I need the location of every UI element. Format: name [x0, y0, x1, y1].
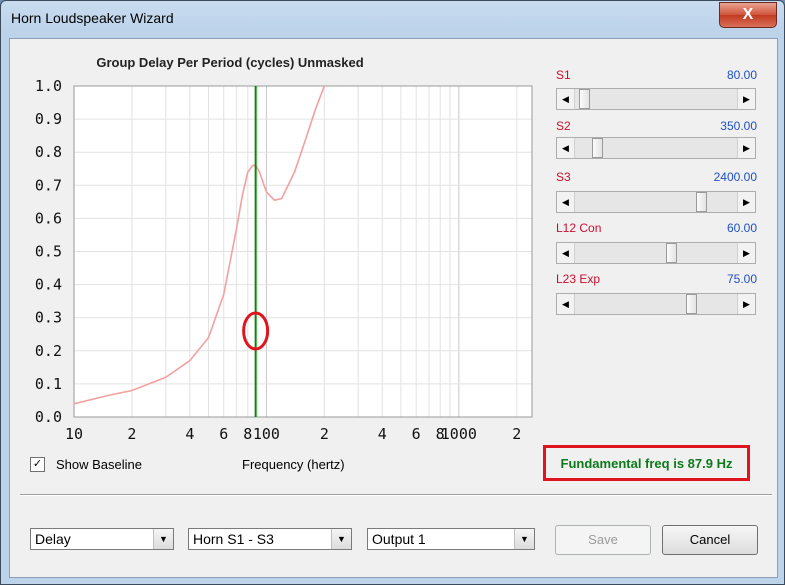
param-l12-value: 60.00: [726, 221, 757, 235]
y-tick-label: 0.0: [35, 408, 62, 426]
x-tick-label: 6: [412, 425, 421, 443]
param-s1-value: 80.00: [726, 68, 757, 82]
y-tick-label: 0.4: [35, 276, 62, 294]
fundamental-frequency-box: Fundamental freq is 87.9 Hz: [543, 445, 750, 481]
y-tick-label: 0.7: [35, 176, 62, 194]
section-dropdown-value: Horn S1 - S3: [193, 531, 274, 547]
chevron-down-icon[interactable]: ▼: [514, 529, 534, 549]
x-tick-label: 6: [219, 425, 228, 443]
show-baseline-checkbox[interactable]: ✓: [30, 457, 45, 472]
group-delay-chart: 1.00.90.80.70.60.50.40.30.20.10.010 2 4 6 8 1…: [35, 79, 533, 443]
scroll-right-arrow-icon[interactable]: ▶: [737, 243, 755, 263]
window-title: Horn Loudspeaker Wizard: [11, 10, 174, 26]
mode-dropdown-value: Delay: [35, 531, 71, 547]
param-s3-label: S3: [556, 170, 571, 184]
scroll-right-arrow-icon[interactable]: ▶: [737, 138, 755, 158]
chevron-down-icon[interactable]: ▼: [153, 529, 173, 549]
param-s2-slider[interactable]: ◀ ▶: [556, 137, 756, 159]
x-axis-label: Frequency (hertz): [242, 457, 345, 472]
x-tick-label: 100: [253, 425, 280, 443]
x-tick-label: 8: [243, 425, 252, 443]
y-tick-label: 0.1: [35, 375, 62, 393]
close-button[interactable]: X: [719, 2, 777, 28]
cancel-button[interactable]: Cancel: [662, 525, 758, 555]
param-s3-value: 2400.00: [713, 170, 757, 184]
x-tick-label: 2: [512, 425, 521, 443]
slider-thumb[interactable]: [696, 192, 708, 212]
output-dropdown-value: Output 1: [372, 531, 426, 547]
output-dropdown[interactable]: Output 1 ▼: [367, 528, 535, 550]
param-s3-slider[interactable]: ◀ ▶: [556, 191, 756, 213]
param-l12-slider[interactable]: ◀ ▶: [556, 242, 756, 264]
slider-thumb[interactable]: [665, 243, 677, 263]
section-dropdown[interactable]: Horn S1 - S3 ▼: [188, 528, 352, 550]
y-tick-label: 0.2: [35, 342, 62, 360]
mode-dropdown[interactable]: Delay ▼: [30, 528, 174, 550]
scroll-left-arrow-icon[interactable]: ◀: [557, 192, 575, 212]
param-s2-value: 350.00: [720, 119, 757, 133]
save-button[interactable]: Save: [555, 525, 651, 555]
y-tick-label: 0.8: [35, 143, 62, 161]
scroll-left-arrow-icon[interactable]: ◀: [557, 294, 575, 314]
scroll-left-arrow-icon[interactable]: ◀: [557, 89, 575, 109]
scroll-left-arrow-icon[interactable]: ◀: [557, 138, 575, 158]
param-s2-label: S2: [556, 119, 571, 133]
scroll-right-arrow-icon[interactable]: ▶: [737, 294, 755, 314]
client-area: Group Delay Per Period (cycles) Unmasked…: [9, 38, 778, 578]
x-tick-label: 4: [185, 425, 194, 443]
scroll-left-arrow-icon[interactable]: ◀: [557, 243, 575, 263]
x-tick-label: 2: [320, 425, 329, 443]
show-baseline-label[interactable]: Show Baseline: [56, 457, 142, 472]
chart-title: Group Delay Per Period (cycles) Unmasked: [96, 55, 364, 70]
slider-thumb[interactable]: [685, 294, 697, 314]
param-l12-label: L12 Con: [556, 221, 602, 235]
param-l23-slider[interactable]: ◀ ▶: [556, 293, 756, 315]
param-l23-label: L23 Exp: [556, 272, 601, 286]
scroll-right-arrow-icon[interactable]: ▶: [737, 192, 755, 212]
y-tick-label: 0.9: [35, 110, 62, 128]
separator: [20, 494, 772, 496]
fundamental-frequency-text: Fundamental freq is 87.9 Hz: [560, 456, 733, 471]
y-tick-label: 0.3: [35, 309, 62, 327]
slider-thumb[interactable]: [578, 89, 590, 109]
y-tick-label: 0.6: [35, 209, 62, 227]
slider-thumb[interactable]: [592, 138, 604, 158]
scroll-right-arrow-icon[interactable]: ▶: [737, 89, 755, 109]
x-tick-label: 2: [127, 425, 136, 443]
title-bar: Horn Loudspeaker Wizard X: [1, 1, 784, 37]
x-tick-label: 1000: [441, 425, 477, 443]
y-tick-label: 0.5: [35, 243, 62, 261]
x-tick-label: 4: [378, 425, 387, 443]
param-l23-value: 75.00: [726, 272, 757, 286]
y-tick-label: 1.0: [35, 79, 62, 95]
param-s1-label: S1: [556, 68, 571, 82]
x-tick-label: 10: [65, 425, 83, 443]
dialog-window: Horn Loudspeaker Wizard X Group Delay Pe…: [0, 0, 785, 585]
chevron-down-icon[interactable]: ▼: [331, 529, 351, 549]
param-s1-slider[interactable]: ◀ ▶: [556, 88, 756, 110]
